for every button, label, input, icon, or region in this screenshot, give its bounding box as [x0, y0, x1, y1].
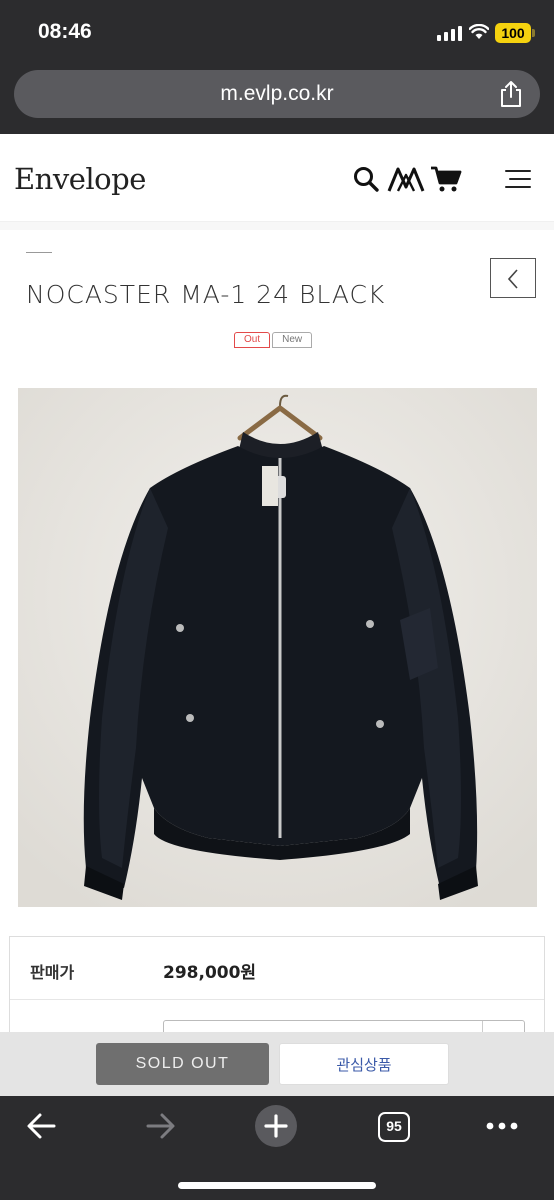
out-badge: Out	[234, 332, 271, 348]
status-bar: 08:46 100	[0, 0, 554, 62]
product-title: NOCASTER MA-1 24 BLACK	[26, 280, 386, 309]
price-label: 판매가	[30, 963, 75, 982]
wishlist-button[interactable]: 관심상품	[279, 1043, 449, 1085]
more-options-icon[interactable]	[480, 1104, 524, 1148]
tab-count: 95	[378, 1112, 410, 1142]
action-bar: SOLD OUT 관심상품	[0, 1032, 554, 1096]
sold-out-button[interactable]: SOLD OUT	[96, 1043, 269, 1085]
chevron-left-icon	[507, 269, 518, 289]
title-rule	[26, 252, 52, 253]
product-image[interactable]	[18, 388, 537, 907]
price-row: 판매가 298,000원	[10, 937, 544, 1000]
jacket-illustration	[18, 388, 537, 907]
share-icon[interactable]	[498, 80, 524, 108]
new-badge: New	[272, 332, 313, 348]
site-logo[interactable]: Envelope	[14, 162, 146, 196]
brand-icon[interactable]	[387, 165, 425, 193]
address-bar[interactable]: m.evlp.co.kr	[14, 70, 540, 118]
price-table: 판매가 298,000원	[9, 936, 545, 1051]
browser-bottom-toolbar: 95	[0, 1096, 554, 1200]
tabs-button[interactable]: 95	[372, 1104, 416, 1148]
search-icon[interactable]	[352, 165, 380, 193]
wifi-icon	[469, 24, 489, 39]
url-text[interactable]: m.evlp.co.kr	[14, 82, 540, 106]
hamburger-menu-icon[interactable]	[504, 168, 532, 190]
price-value: 298,000원	[163, 963, 257, 983]
back-button[interactable]	[490, 258, 536, 298]
cellular-signal-icon	[437, 25, 463, 41]
forward-arrow-icon[interactable]	[138, 1104, 182, 1148]
cart-icon[interactable]	[430, 165, 462, 193]
clock: 08:46	[38, 20, 92, 43]
browser-top-chrome: 08:46 100 m.evlp.co.kr	[0, 0, 554, 134]
site-header: Envelope	[0, 134, 554, 222]
product-badges: Out New	[234, 327, 314, 348]
battery-icon: 100	[495, 23, 535, 43]
header-divider	[0, 222, 554, 230]
back-arrow-icon[interactable]	[20, 1104, 64, 1148]
new-tab-icon[interactable]	[254, 1104, 298, 1148]
home-indicator	[178, 1182, 376, 1189]
